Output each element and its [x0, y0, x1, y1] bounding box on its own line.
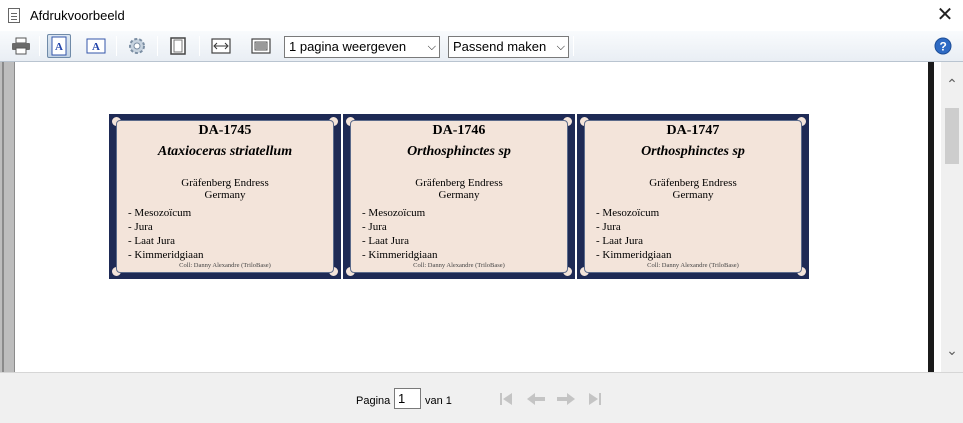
- specimen-location: Gräfenberg Endress Germany: [585, 177, 801, 201]
- location-name: Gräfenberg Endress: [181, 177, 269, 189]
- close-button[interactable]: ✕: [930, 2, 960, 28]
- strata-item: - Mesozoïcum: [362, 207, 426, 219]
- page-number-input[interactable]: 1: [394, 388, 421, 409]
- page-setup-button[interactable]: [125, 34, 149, 58]
- specimen-code: DA-1745: [198, 123, 252, 138]
- collection-credit: Coll: Danny Alexandre (TriloBase): [647, 262, 739, 269]
- chevron-down-icon: ⌵: [427, 41, 436, 53]
- strata-item: - Kimmeridgiaan: [362, 249, 438, 261]
- toolbar-separator: [157, 36, 158, 56]
- document-icon: [8, 8, 20, 23]
- chevron-down-icon: ⌵: [556, 41, 565, 53]
- strata-list: - Mesozoïcum - Jura - Laat Jura - Kimmer…: [128, 206, 203, 262]
- previous-page-button[interactable]: [525, 389, 547, 409]
- strata-list: - Mesozoïcum - Jura - Laat Jura - Kimmer…: [362, 206, 437, 262]
- pages-select-value: 1 pagina weergeven: [289, 39, 407, 54]
- specimen-code: DA-1746: [432, 123, 486, 138]
- label-card: DA-1746 Orthosphinctes sp Gräfenberg End…: [350, 120, 568, 273]
- fit-width-button[interactable]: [209, 34, 233, 58]
- last-page-button[interactable]: [584, 389, 606, 409]
- strata-item: - Kimmeridgiaan: [128, 249, 204, 261]
- location-country: Germany: [204, 189, 246, 201]
- help-icon: ?: [934, 37, 952, 55]
- fit-page-button[interactable]: [249, 34, 273, 58]
- location-country: Germany: [672, 189, 714, 201]
- first-page-button[interactable]: [495, 389, 517, 409]
- toolbar-separator: [116, 36, 117, 56]
- svg-text:A: A: [92, 41, 100, 53]
- toolbar-separator: [39, 36, 40, 56]
- svg-text:A: A: [55, 41, 63, 53]
- strata-item: - Jura: [362, 221, 387, 233]
- pages-select[interactable]: 1 pagina weergeven ⌵: [284, 36, 440, 58]
- fit-width-icon: [211, 38, 231, 54]
- strata-item: - Kimmeridgiaan: [596, 249, 672, 261]
- page-navigation-bar: Pagina 1 van 1: [0, 372, 963, 423]
- scroll-up-icon[interactable]: ⌃: [941, 74, 963, 94]
- scroll-down-icon[interactable]: ⌄: [941, 340, 963, 360]
- strata-item: - Laat Jura: [128, 235, 176, 247]
- strata-item: - Mesozoïcum: [596, 207, 660, 219]
- strata-item: - Mesozoïcum: [128, 207, 192, 219]
- location-country: Germany: [438, 189, 480, 201]
- collection-credit: Coll: Danny Alexandre (TriloBase): [413, 262, 505, 269]
- next-page-button[interactable]: [555, 389, 577, 409]
- specimen-label: DA-1747 Orthosphinctes sp Gräfenberg End…: [577, 114, 809, 279]
- settings-icon: [129, 38, 145, 54]
- specimen-location: Gräfenberg Endress Germany: [351, 177, 567, 201]
- location-name: Gräfenberg Endress: [415, 177, 503, 189]
- help-button[interactable]: ?: [931, 34, 955, 58]
- vertical-scrollbar[interactable]: ⌃ ⌄: [941, 62, 963, 372]
- zoom-select-value: Passend maken: [453, 39, 547, 54]
- strata-item: - Jura: [596, 221, 621, 233]
- title-bar: Afdrukvoorbeeld ✕: [0, 0, 963, 31]
- scroll-thumb[interactable]: [945, 108, 959, 164]
- preview-right-frame: [928, 62, 934, 372]
- label-card: DA-1747 Orthosphinctes sp Gräfenberg End…: [584, 120, 802, 273]
- strata-list: - Mesozoïcum - Jura - Laat Jura - Kimmer…: [596, 206, 671, 262]
- page-label: Pagina: [356, 395, 391, 407]
- specimen-code: DA-1747: [666, 123, 720, 138]
- collection-credit: Coll: Danny Alexandre (TriloBase): [179, 262, 271, 269]
- portrait-icon: A: [51, 36, 67, 56]
- window-title: Afdrukvoorbeeld: [30, 8, 125, 23]
- location-name: Gräfenberg Endress: [649, 177, 737, 189]
- toolbar-separator: [573, 36, 574, 56]
- page-icon: [170, 37, 186, 55]
- specimen-label: DA-1746 Orthosphinctes sp Gräfenberg End…: [343, 114, 575, 279]
- specimen-name: Orthosphinctes sp: [641, 144, 745, 159]
- toolbar-separator: [199, 36, 200, 56]
- specimen-name: Orthosphinctes sp: [407, 144, 511, 159]
- next-page-icon: [557, 393, 575, 405]
- specimen-name: Ataxioceras striatellum: [157, 144, 293, 159]
- svg-text:?: ?: [940, 40, 947, 54]
- first-page-icon: [500, 393, 512, 405]
- landscape-icon: A: [86, 38, 106, 54]
- fit-page-icon: [251, 38, 271, 54]
- preview-left-frame: [0, 62, 15, 372]
- specimen-label: DA-1745 Ataxioceras striatellum Gräfenbe…: [109, 114, 341, 279]
- print-button[interactable]: [9, 34, 33, 58]
- printer-icon: [12, 37, 30, 55]
- one-page-button[interactable]: [166, 34, 190, 58]
- page-count: van 1: [425, 395, 452, 407]
- portrait-button[interactable]: A: [47, 34, 71, 58]
- toolbar: A A 1 pagina weergeven ⌵ Passend maken ⌵…: [0, 31, 963, 62]
- strata-item: - Laat Jura: [596, 235, 644, 247]
- last-page-icon: [589, 393, 601, 405]
- specimen-location: Gräfenberg Endress Germany: [117, 177, 333, 201]
- previous-page-icon: [527, 393, 545, 405]
- zoom-select[interactable]: Passend maken ⌵: [448, 36, 569, 58]
- strata-item: - Jura: [128, 221, 153, 233]
- label-card: DA-1745 Ataxioceras striatellum Gräfenbe…: [116, 120, 334, 273]
- landscape-button[interactable]: A: [84, 34, 108, 58]
- strata-item: - Laat Jura: [362, 235, 410, 247]
